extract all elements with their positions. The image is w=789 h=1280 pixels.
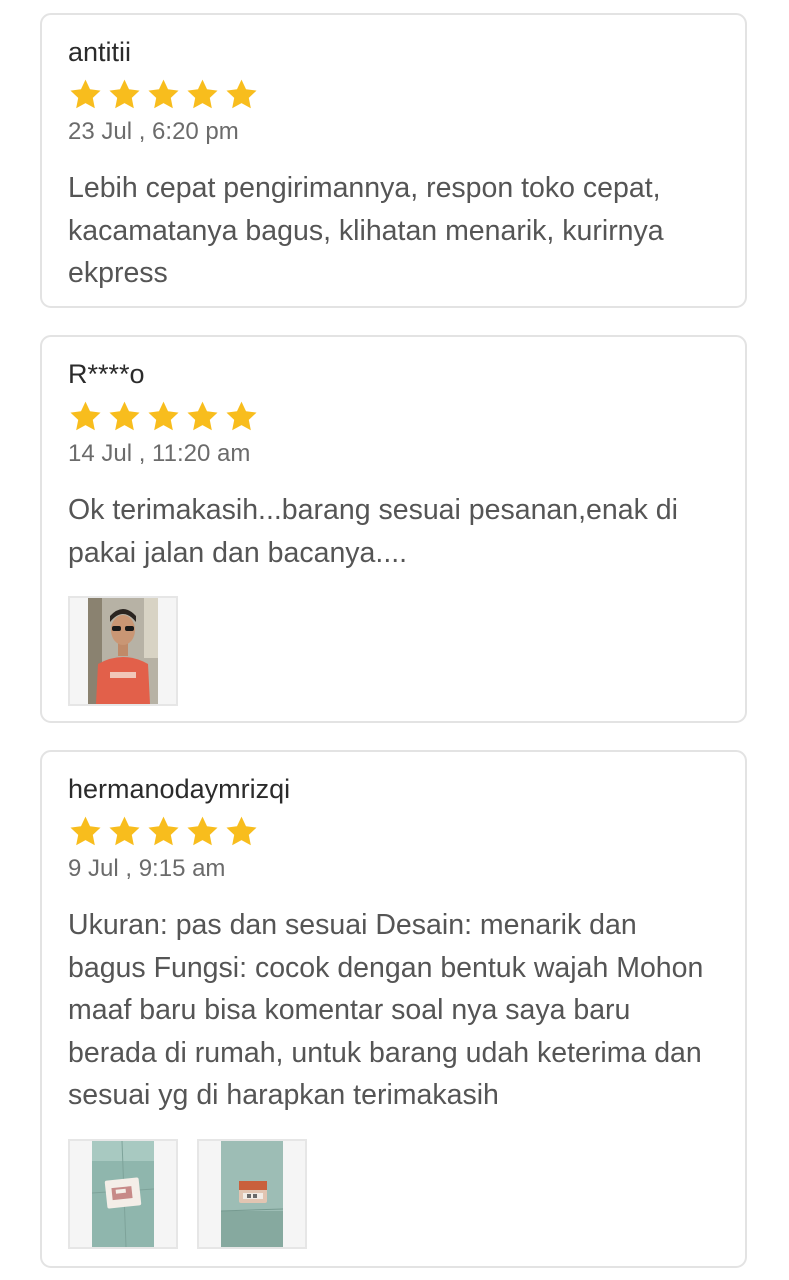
star-icon bbox=[187, 79, 218, 108]
star-icon bbox=[187, 816, 218, 845]
star-icon bbox=[187, 401, 218, 430]
review-text: Ok terimakasih...barang sesuai pesanan,e… bbox=[68, 494, 678, 569]
star-icon bbox=[226, 79, 257, 108]
review-photos bbox=[68, 1138, 719, 1249]
star-icon bbox=[109, 401, 140, 430]
star-icon bbox=[70, 79, 101, 108]
star-icon bbox=[70, 816, 101, 845]
review-photo[interactable] bbox=[197, 1138, 307, 1249]
review-card: antitii 23 Jul , 6:20 pm Lebih cepat pen… bbox=[40, 13, 747, 308]
star-rating bbox=[68, 397, 719, 435]
star-icon bbox=[148, 816, 179, 845]
review-date: 14 Jul , 11:20 am bbox=[68, 440, 251, 467]
star-rating bbox=[68, 75, 719, 113]
star-icon bbox=[109, 79, 140, 108]
star-rating bbox=[68, 812, 719, 850]
reviewer-name: hermanodaymrizqi bbox=[68, 774, 291, 804]
star-icon bbox=[109, 816, 140, 845]
package-photo-icon bbox=[221, 1140, 283, 1247]
review-photo[interactable] bbox=[68, 1138, 178, 1249]
review-card: R****o 14 Jul , 11:20 am Ok terimakasih.… bbox=[40, 335, 747, 723]
star-icon bbox=[226, 401, 257, 430]
star-icon bbox=[70, 401, 101, 430]
review-date: 9 Jul , 9:15 am bbox=[68, 855, 226, 882]
star-icon bbox=[226, 816, 257, 845]
person-photo-icon bbox=[88, 598, 158, 704]
review-photo[interactable] bbox=[68, 596, 178, 706]
review-date: 23 Jul , 6:20 pm bbox=[68, 118, 239, 145]
star-icon bbox=[148, 401, 179, 430]
reviewer-name: antitii bbox=[68, 37, 132, 67]
package-photo-icon bbox=[92, 1140, 154, 1247]
reviews-page: antitii 23 Jul , 6:20 pm Lebih cepat pen… bbox=[0, 0, 789, 1280]
star-icon bbox=[148, 79, 179, 108]
review-card: hermanodaymrizqi 9 Jul , 9:15 am Ukuran:… bbox=[40, 750, 747, 1268]
review-photos bbox=[68, 596, 719, 706]
review-text: Lebih cepat pengirimannya, respon toko c… bbox=[68, 172, 664, 289]
review-text: Ukuran: pas dan sesuai Desain: menarik d… bbox=[68, 909, 704, 1111]
reviewer-name: R****o bbox=[68, 359, 145, 389]
